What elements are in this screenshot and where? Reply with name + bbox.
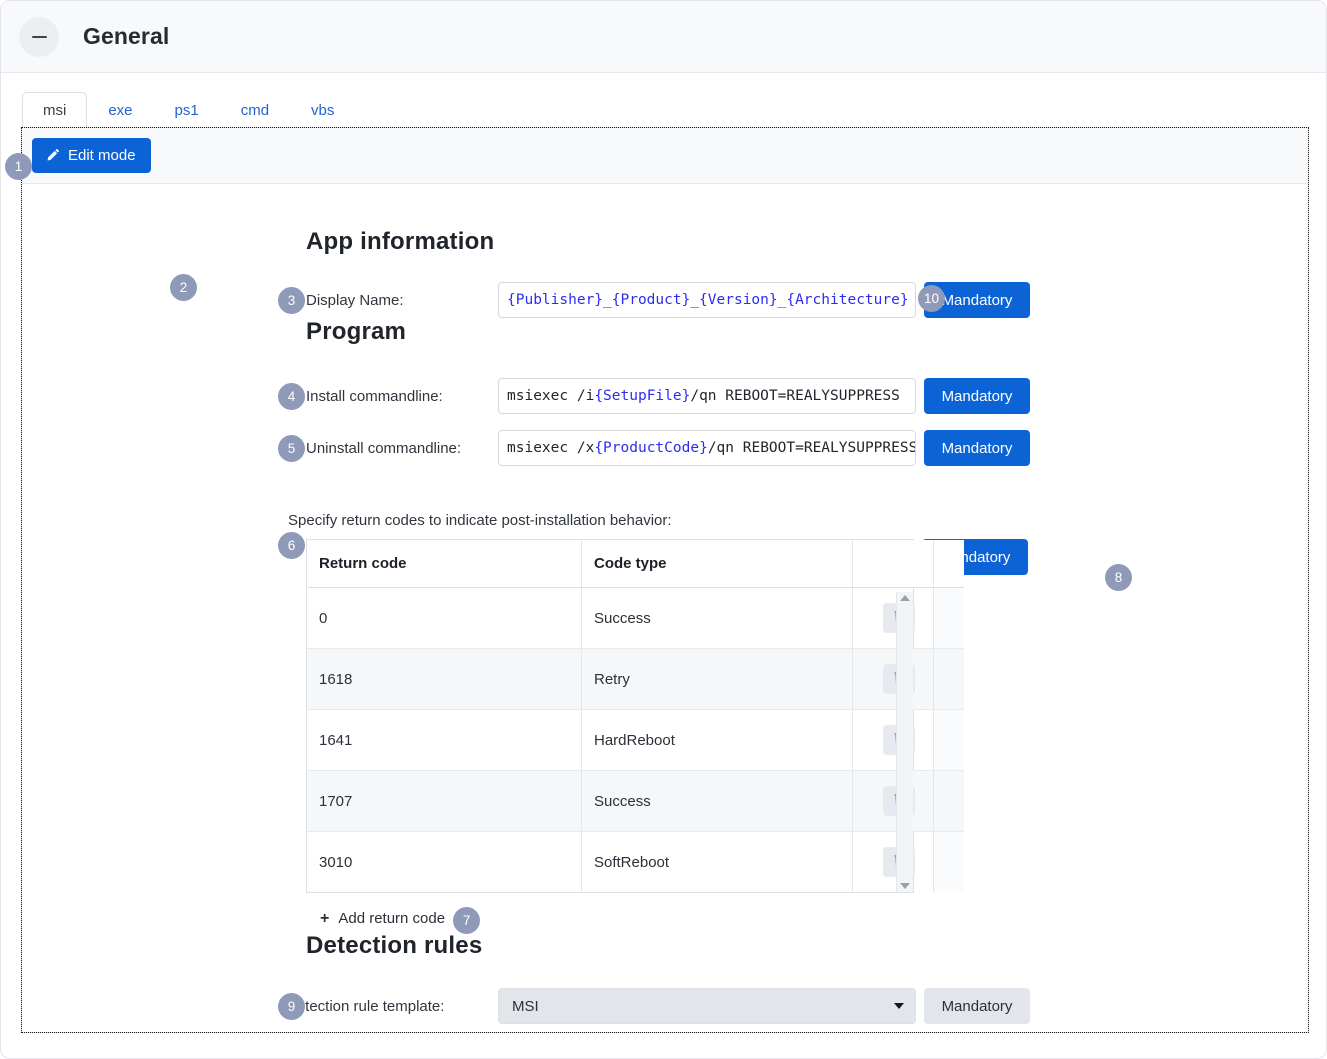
column-header-scrollbar [933, 540, 964, 588]
cell-code-type: HardReboot [581, 709, 853, 771]
plus-icon: + [320, 909, 330, 927]
section-title-app-information: App information [306, 228, 495, 255]
general-panel: General 1 msi exe ps1 cmd vbs Edit mode … [0, 0, 1327, 1059]
callout-badge-5: 5 [278, 435, 305, 462]
table-row: 1618 Retry [307, 648, 964, 710]
column-header-code-type: Code type [581, 540, 853, 588]
cell-actions [852, 587, 934, 649]
row-install-commandline: 4 Install commandline: msiexec /i {Setup… [278, 378, 1308, 414]
cell-scrollbar-spacer [933, 587, 964, 649]
callout-badge-2: 2 [170, 274, 197, 301]
cell-code-type: Success [581, 587, 853, 649]
uninstall-commandline-input[interactable]: msiexec /x {ProductCode} /qn REBOOT=REAL… [498, 430, 916, 466]
detection-rule-template-select[interactable]: MSI [498, 988, 916, 1024]
tab-exe[interactable]: exe [87, 92, 153, 129]
cell-actions [852, 709, 934, 771]
section-title-detection-rules: Detection rules [306, 932, 483, 959]
cell-scrollbar-spacer [933, 831, 964, 892]
row-display-name: 3 Display Name: {Publisher}_{Product}_{V… [278, 282, 1308, 318]
callout-badge-4: 4 [278, 383, 305, 410]
return-codes-table: Return code Code type 0 Success 1618 Ret… [307, 540, 964, 892]
install-commandline-prefix: msiexec /i [507, 388, 595, 404]
minus-circle-icon[interactable] [19, 16, 59, 57]
edit-mode-button[interactable]: Edit mode [32, 138, 151, 173]
callout-badge-9: 9 [278, 993, 305, 1020]
return-codes-table-wrapper: 8 Return code Code type 0 Success 1618 R… [306, 539, 1132, 893]
cell-scrollbar-spacer [933, 709, 964, 771]
callout-badge-8: 8 [1105, 564, 1132, 591]
install-commandline-token: {SetupFile} [594, 388, 691, 404]
detection-rule-template-label: Detection rule template: [286, 997, 445, 1015]
tab-vbs[interactable]: vbs [290, 92, 355, 129]
return-codes-block: 6 Specify return codes to indicate post-… [278, 512, 1308, 934]
cell-code-type: Success [581, 770, 853, 832]
table-row: 3010 SoftReboot [307, 831, 964, 893]
section-title-program: Program [306, 318, 407, 345]
table-row: 0 Success [307, 587, 964, 649]
scroll-up-icon[interactable] [900, 595, 910, 601]
pencil-icon [45, 148, 60, 163]
form-area: App information 3 Display Name: {Publish… [22, 184, 1308, 1024]
install-mandatory-button[interactable]: Mandatory [924, 378, 1030, 414]
uninstall-mandatory-button[interactable]: Mandatory [924, 430, 1030, 466]
tab-panel-msi: Edit mode 2 App information 3 Display Na… [21, 127, 1309, 1033]
cell-actions [853, 832, 934, 893]
return-codes-caption: Specify return codes to indicate post-in… [288, 512, 672, 529]
table-row: 1707 Success [307, 770, 964, 832]
uninstall-commandline-token: {ProductCode} [594, 440, 708, 456]
tab-msi[interactable]: msi [22, 92, 88, 129]
display-name-input[interactable]: {Publisher}_{Product}_{Version}_{Archite… [498, 282, 916, 318]
add-return-code-label: Add return code [338, 910, 446, 927]
column-header-return-code: Return code [307, 540, 582, 588]
chevron-down-icon [894, 1003, 904, 1009]
callout-badge-10: 10 [918, 285, 945, 312]
cell-code-type: SoftReboot [581, 831, 853, 892]
display-name-value: {Publisher}_{Product}_{Version}_{Archite… [507, 292, 909, 308]
scroll-down-icon[interactable] [900, 883, 910, 889]
uninstall-commandline-prefix: msiexec /x [507, 440, 595, 456]
callout-badge-6: 6 [278, 532, 305, 559]
cell-scrollbar-spacer [933, 770, 964, 832]
install-commandline-suffix: /qn REBOOT=REALYSUPPRESS [690, 388, 900, 404]
install-commandline-input[interactable]: msiexec /i {SetupFile} /qn REBOOT=REALYS… [498, 378, 916, 414]
cell-return-code: 1707 [307, 770, 582, 832]
install-commandline-label: Install commandline: [306, 387, 443, 405]
cell-actions [852, 770, 934, 832]
cell-actions [852, 648, 934, 710]
row-detection-rule-template: 9 Detection rule template: MSI Mandatory [278, 988, 1308, 1024]
row-uninstall-commandline: 5 Uninstall commandline: msiexec /x {Pro… [278, 430, 1308, 466]
add-return-code-button[interactable]: + Add return code 7 [320, 905, 481, 934]
callout-badge-7: 7 [453, 907, 481, 934]
panel-header: General [1, 1, 1326, 73]
tab-bar: 1 msi exe ps1 cmd vbs [1, 73, 1326, 180]
column-header-actions [852, 540, 934, 588]
cell-return-code: 3010 [307, 831, 582, 892]
display-name-label: Display Name: [306, 291, 404, 309]
cell-return-code: 0 [307, 587, 582, 649]
page-title: General [83, 23, 170, 49]
minus-glyph [31, 35, 47, 38]
cell-scrollbar-spacer [933, 648, 964, 710]
table-row: 1641 HardReboot [307, 709, 964, 771]
uninstall-commandline-suffix: /qn REBOOT=REALYSUPPRESS [707, 440, 916, 456]
tab-cmd[interactable]: cmd [220, 92, 290, 129]
cell-return-code: 1618 [307, 648, 582, 710]
callout-badge-1: 1 [5, 153, 32, 180]
uninstall-commandline-label: Uninstall commandline: [306, 439, 462, 457]
callout-badge-3: 3 [278, 287, 305, 314]
return-codes-scrollbar[interactable] [896, 592, 913, 892]
table-header-row: Return code Code type [307, 540, 964, 588]
cell-code-type: Retry [581, 648, 853, 710]
tab-ps1[interactable]: ps1 [154, 92, 220, 129]
detection-rule-template-value: MSI [512, 997, 539, 1015]
detection-rule-mandatory-button[interactable]: Mandatory [924, 988, 1030, 1024]
edit-mode-label: Edit mode [68, 147, 136, 164]
cell-return-code: 1641 [307, 709, 582, 771]
panel-toolbar: Edit mode 2 [22, 128, 1308, 301]
